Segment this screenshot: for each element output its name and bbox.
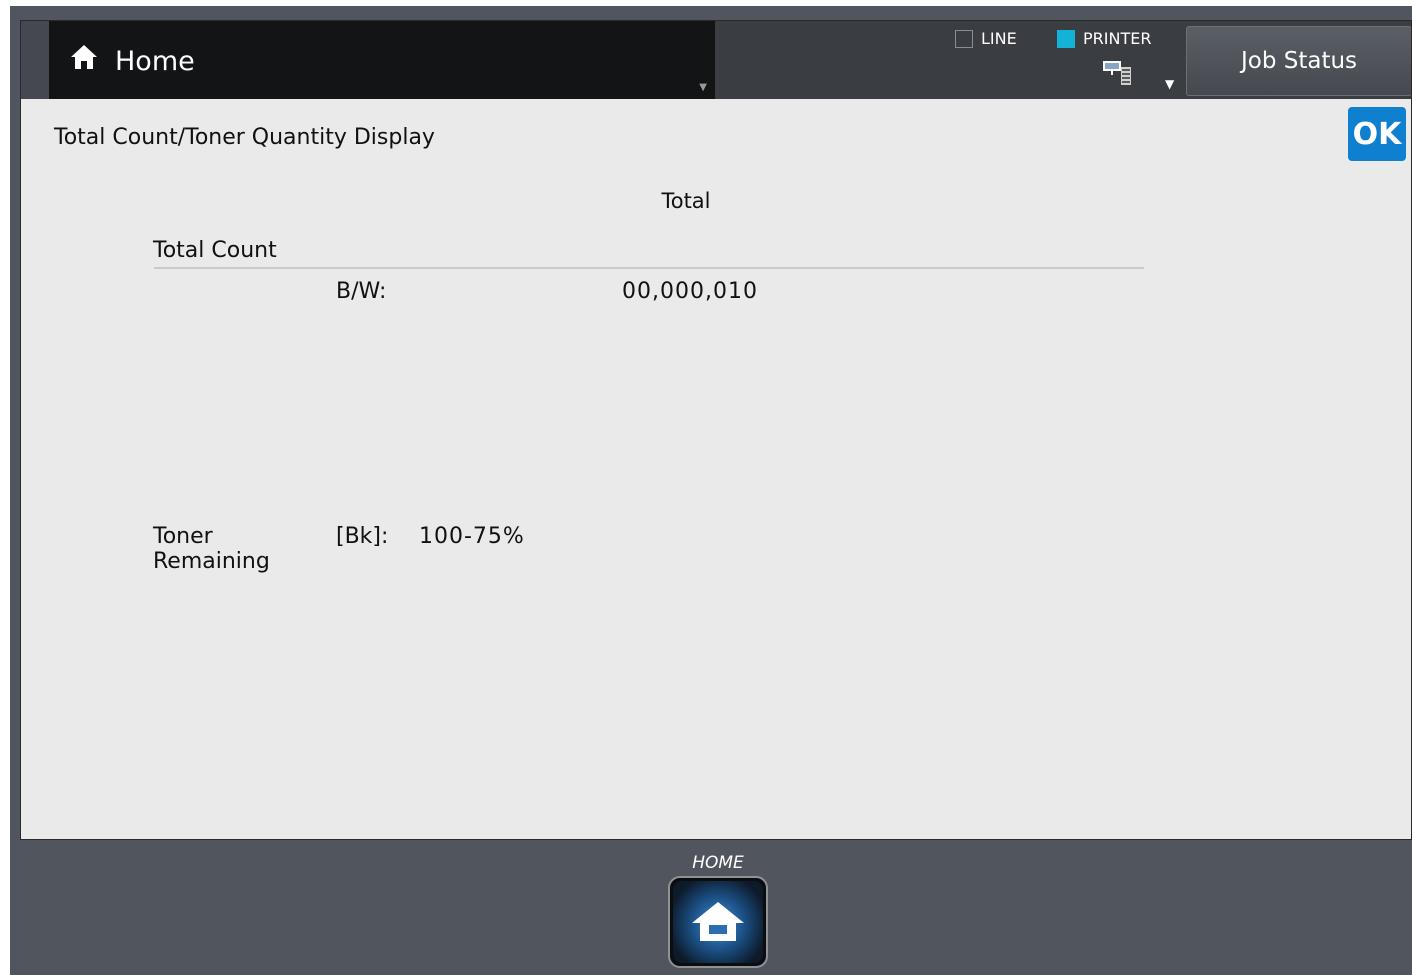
home-key-button[interactable] xyxy=(668,876,768,968)
bezel-top-edge xyxy=(0,0,1412,6)
toner-color-label: [Bk]: xyxy=(336,524,389,549)
printer-job-icon[interactable] xyxy=(1101,57,1133,87)
page-title: Total Count/Toner Quantity Display xyxy=(54,125,435,150)
printer-indicator: PRINTER xyxy=(1057,29,1151,48)
home-title: Home xyxy=(115,46,195,77)
bw-count-value: 00,000,010 xyxy=(622,279,758,304)
header-bar: Home ▼ LINE PRINTER ▼ Job Status xyxy=(21,21,1411,99)
line-status-box xyxy=(955,29,973,48)
toner-remaining-label: Toner Remaining xyxy=(153,524,270,574)
status-dropdown-icon[interactable]: ▼ xyxy=(1165,77,1174,91)
house-icon xyxy=(71,45,97,69)
section-divider xyxy=(154,267,1144,269)
home-icon xyxy=(692,902,744,941)
line-label: LINE xyxy=(981,29,1017,48)
home-tab[interactable]: Home ▼ xyxy=(49,21,715,99)
line-indicator: LINE xyxy=(955,29,1017,48)
chevron-down-icon[interactable]: ▼ xyxy=(699,82,707,93)
column-header-total: Total xyxy=(661,189,711,213)
ok-button[interactable]: OK xyxy=(1348,107,1406,161)
total-count-label: Total Count xyxy=(153,238,277,263)
bezel-left-edge xyxy=(0,0,10,975)
toner-remaining-value: 100-75% xyxy=(419,524,525,549)
printer-status-box xyxy=(1057,29,1075,48)
bw-count-label: B/W: xyxy=(336,279,387,304)
job-status-button[interactable]: Job Status xyxy=(1186,26,1411,96)
home-key-label: HOME xyxy=(692,853,744,873)
status-indicators: LINE PRINTER ▼ xyxy=(715,21,1185,99)
header-left-edge xyxy=(21,21,49,99)
touch-screen: Home ▼ LINE PRINTER ▼ Job Status Total C… xyxy=(20,20,1412,840)
home-key-face xyxy=(673,881,763,963)
printer-label: PRINTER xyxy=(1083,29,1152,48)
